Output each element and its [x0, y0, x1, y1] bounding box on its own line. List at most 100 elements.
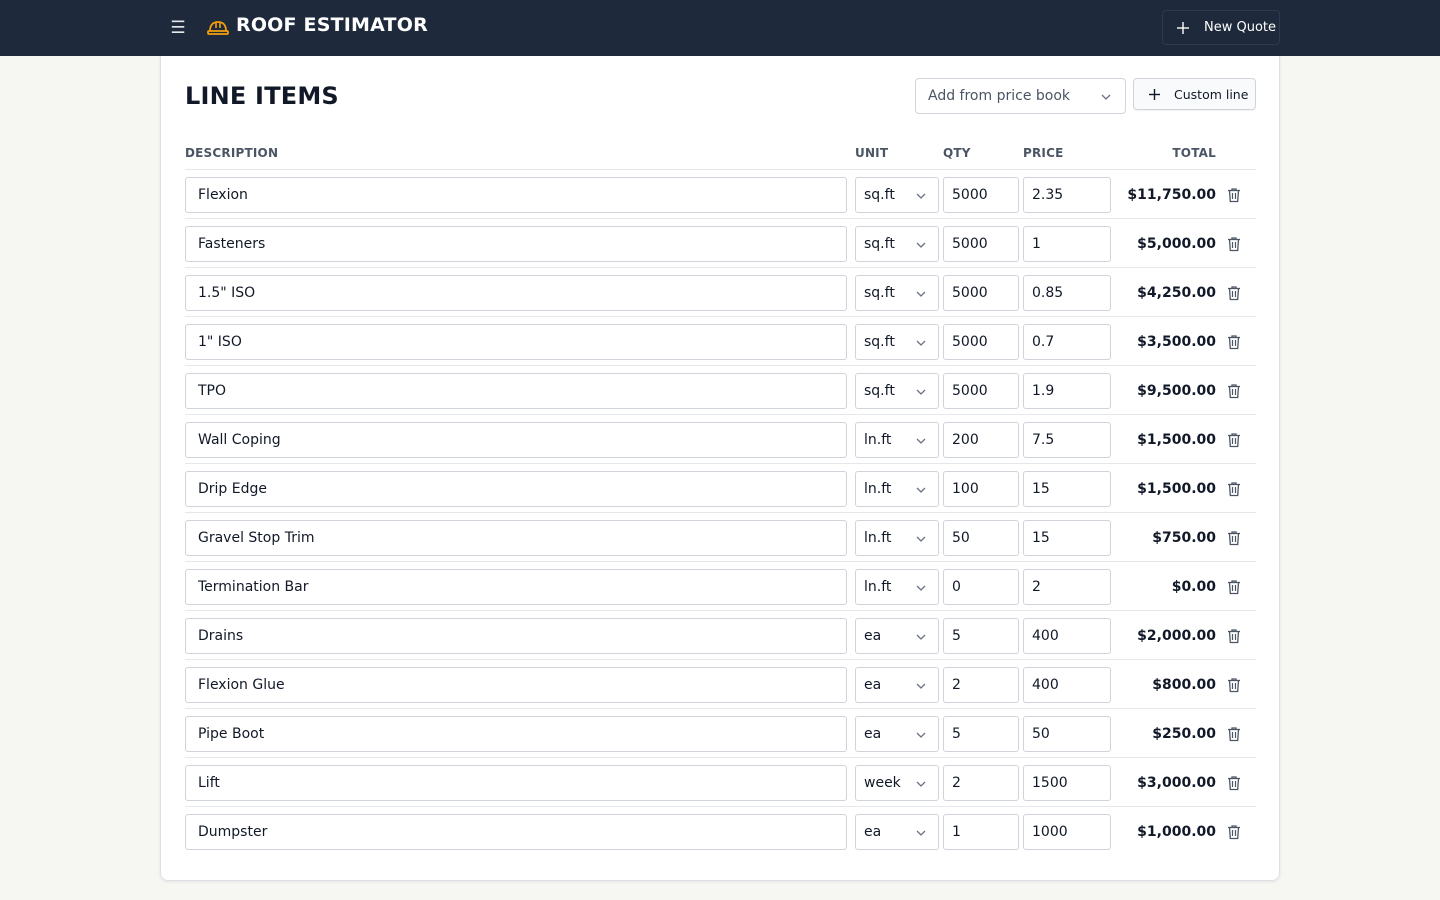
- description-input[interactable]: Wall Coping: [185, 422, 847, 458]
- unit-select[interactable]: sq.ft: [855, 324, 939, 360]
- description-input[interactable]: Fasteners: [185, 226, 847, 262]
- qty-input[interactable]: 2: [943, 765, 1019, 801]
- trash-icon[interactable]: [1226, 334, 1242, 350]
- table-row: TPO sq.ft 5000 1.9 $9,500.00: [185, 366, 1256, 415]
- unit-select[interactable]: ln.ft: [855, 471, 939, 507]
- unit-select[interactable]: sq.ft: [855, 177, 939, 213]
- qty-value: 50: [952, 530, 970, 546]
- price-input[interactable]: 1500: [1023, 765, 1111, 801]
- qty-input[interactable]: 1: [943, 814, 1019, 850]
- custom-line-button[interactable]: Custom line: [1133, 78, 1256, 110]
- trash-icon[interactable]: [1226, 677, 1242, 693]
- qty-input[interactable]: 50: [943, 520, 1019, 556]
- price-input[interactable]: 400: [1023, 667, 1111, 703]
- price-book-select[interactable]: Add from price book: [915, 78, 1126, 114]
- price-value: 15: [1032, 530, 1050, 546]
- qty-input[interactable]: 5000: [943, 275, 1019, 311]
- description-input[interactable]: Pipe Boot: [185, 716, 847, 752]
- description-value: TPO: [198, 383, 227, 399]
- unit-select[interactable]: ln.ft: [855, 422, 939, 458]
- description-value: Drip Edge: [198, 481, 267, 497]
- trash-icon[interactable]: [1226, 187, 1242, 203]
- description-input[interactable]: Drip Edge: [185, 471, 847, 507]
- description-input[interactable]: TPO: [185, 373, 847, 409]
- trash-icon[interactable]: [1226, 383, 1242, 399]
- description-input[interactable]: Flexion: [185, 177, 847, 213]
- trash-icon[interactable]: [1226, 726, 1242, 742]
- description-input[interactable]: Dumpster: [185, 814, 847, 850]
- description-input[interactable]: 1" ISO: [185, 324, 847, 360]
- chevron-down-icon: [916, 830, 926, 836]
- qty-input[interactable]: 5: [943, 716, 1019, 752]
- description-input[interactable]: Flexion Glue: [185, 667, 847, 703]
- qty-input[interactable]: 5000: [943, 226, 1019, 262]
- unit-select[interactable]: sq.ft: [855, 226, 939, 262]
- unit-select[interactable]: ea: [855, 667, 939, 703]
- unit-select[interactable]: ln.ft: [855, 569, 939, 605]
- description-input[interactable]: Lift: [185, 765, 847, 801]
- unit-value: sq.ft: [864, 383, 895, 399]
- unit-value: sq.ft: [864, 285, 895, 301]
- chevron-down-icon: [916, 389, 926, 395]
- line-total: $800.00: [1152, 677, 1216, 693]
- description-value: Dumpster: [198, 824, 268, 840]
- unit-select[interactable]: ea: [855, 814, 939, 850]
- hard-hat-icon: [207, 21, 229, 35]
- price-input[interactable]: 2: [1023, 569, 1111, 605]
- description-input[interactable]: Gravel Stop Trim: [185, 520, 847, 556]
- trash-icon[interactable]: [1226, 628, 1242, 644]
- table-row: Flexion Glue ea 2 400 $800.00: [185, 660, 1256, 709]
- chevron-down-icon: [916, 340, 926, 346]
- qty-input[interactable]: 0: [943, 569, 1019, 605]
- price-input[interactable]: 1.9: [1023, 373, 1111, 409]
- trash-icon[interactable]: [1226, 579, 1242, 595]
- price-input[interactable]: 2.35: [1023, 177, 1111, 213]
- unit-select[interactable]: sq.ft: [855, 373, 939, 409]
- table-row: Flexion sq.ft 5000 2.35 $11,750.00: [185, 170, 1256, 219]
- qty-input[interactable]: 100: [943, 471, 1019, 507]
- price-input[interactable]: 0.7: [1023, 324, 1111, 360]
- unit-select[interactable]: sq.ft: [855, 275, 939, 311]
- price-input[interactable]: 1000: [1023, 814, 1111, 850]
- price-value: 1000: [1032, 824, 1068, 840]
- price-value: 1.9: [1032, 383, 1055, 399]
- qty-input[interactable]: 5000: [943, 324, 1019, 360]
- price-input[interactable]: 15: [1023, 520, 1111, 556]
- price-input[interactable]: 15: [1023, 471, 1111, 507]
- trash-icon[interactable]: [1226, 236, 1242, 252]
- qty-input[interactable]: 200: [943, 422, 1019, 458]
- price-input[interactable]: 50: [1023, 716, 1111, 752]
- line-total: $2,000.00: [1137, 628, 1216, 644]
- price-input[interactable]: 7.5: [1023, 422, 1111, 458]
- price-input[interactable]: 400: [1023, 618, 1111, 654]
- qty-input[interactable]: 5000: [943, 177, 1019, 213]
- line-total: $4,250.00: [1137, 285, 1216, 301]
- trash-icon[interactable]: [1226, 481, 1242, 497]
- trash-icon[interactable]: [1226, 530, 1242, 546]
- unit-select[interactable]: ln.ft: [855, 520, 939, 556]
- menu-icon[interactable]: ☰: [166, 16, 190, 40]
- qty-input[interactable]: 2: [943, 667, 1019, 703]
- trash-icon[interactable]: [1226, 824, 1242, 840]
- line-total: $5,000.00: [1137, 236, 1216, 252]
- description-input[interactable]: Drains: [185, 618, 847, 654]
- description-input[interactable]: 1.5" ISO: [185, 275, 847, 311]
- trash-icon[interactable]: [1226, 775, 1242, 791]
- unit-select[interactable]: ea: [855, 618, 939, 654]
- qty-input[interactable]: 5000: [943, 373, 1019, 409]
- new-quote-button[interactable]: New Quote: [1162, 10, 1280, 45]
- price-input[interactable]: 1: [1023, 226, 1111, 262]
- description-input[interactable]: Termination Bar: [185, 569, 847, 605]
- trash-icon[interactable]: [1226, 432, 1242, 448]
- line-total: $9,500.00: [1137, 383, 1216, 399]
- unit-select[interactable]: ea: [855, 716, 939, 752]
- column-header-description: DESCRIPTION: [185, 146, 279, 160]
- table-row: Drains ea 5 400 $2,000.00: [185, 611, 1256, 660]
- qty-input[interactable]: 5: [943, 618, 1019, 654]
- price-input[interactable]: 0.85: [1023, 275, 1111, 311]
- chevron-down-icon: [916, 585, 926, 591]
- trash-icon[interactable]: [1226, 285, 1242, 301]
- unit-select[interactable]: week: [855, 765, 939, 801]
- qty-value: 2: [952, 775, 961, 791]
- qty-value: 5000: [952, 334, 988, 350]
